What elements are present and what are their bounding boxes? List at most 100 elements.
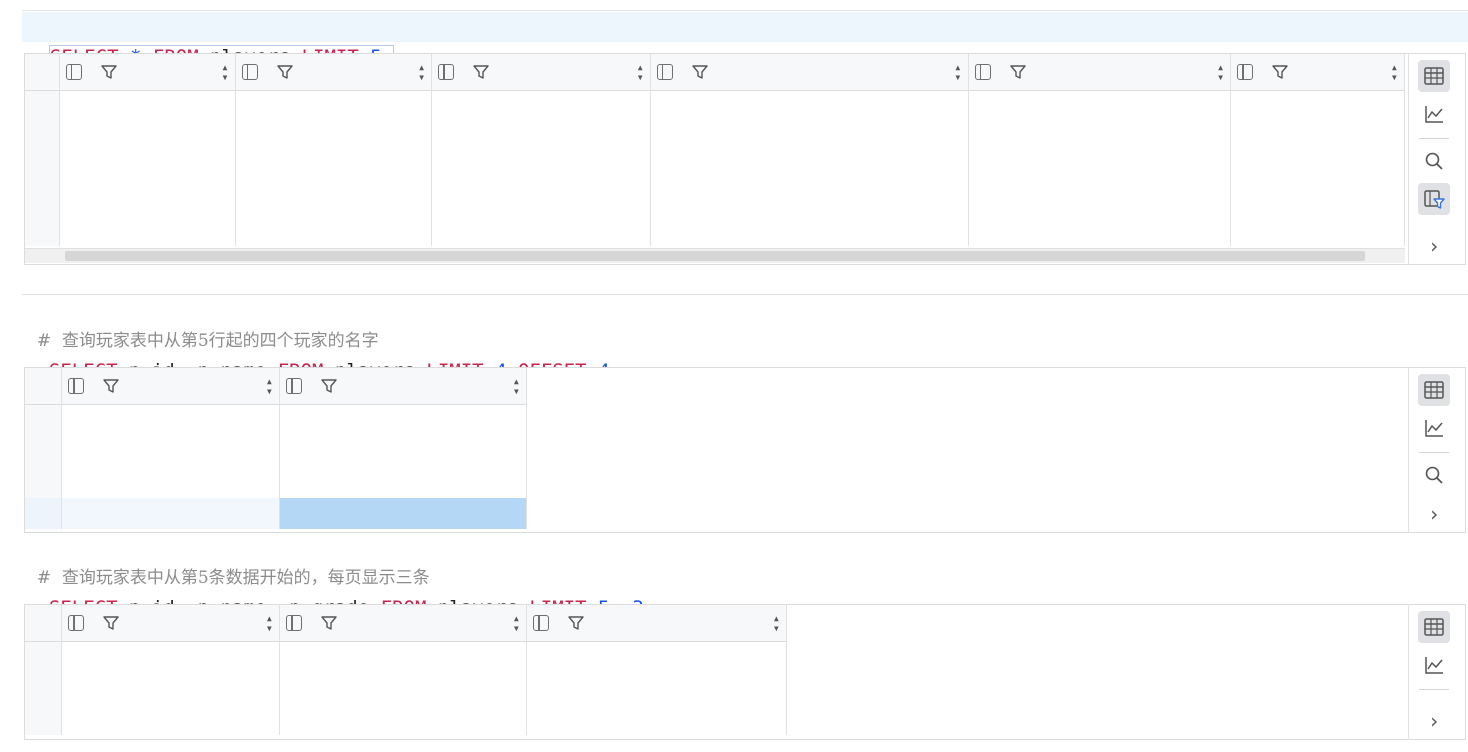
column-header-p-name[interactable]: ▴ ▾ bbox=[279, 605, 527, 642]
cell-p-name[interactable] bbox=[235, 215, 433, 246]
cell-p-id[interactable] bbox=[61, 704, 280, 735]
table-row[interactable] bbox=[25, 90, 1405, 122]
column-header-warehouse-id[interactable]: ▴ ▾ bbox=[968, 54, 1232, 91]
sort-icon[interactable]: ▴ ▾ bbox=[418, 61, 425, 83]
cell-p-gender[interactable] bbox=[431, 153, 651, 184]
table-row[interactable] bbox=[25, 467, 527, 498]
filter-icon[interactable] bbox=[1271, 63, 1289, 81]
table-row[interactable] bbox=[25, 498, 527, 529]
sort-icon[interactable]: ▴ ▾ bbox=[513, 375, 520, 397]
filter-icon[interactable] bbox=[1009, 63, 1027, 81]
filter-icon[interactable] bbox=[102, 614, 120, 632]
cell-p-id[interactable] bbox=[59, 122, 236, 153]
column-header-registration-time[interactable]: ▴ ▾ bbox=[650, 54, 969, 91]
table-row[interactable] bbox=[25, 704, 787, 735]
sort-icon[interactable]: ▴ ▾ bbox=[513, 612, 520, 634]
cell-p-grade[interactable] bbox=[1230, 215, 1405, 246]
column-header-p-gender[interactable]: ▴ ▾ bbox=[431, 54, 651, 91]
chart-view-button[interactable] bbox=[1418, 649, 1450, 681]
sql-comment-3[interactable]: # 查询玩家表中从第5条数据开始的，每页显示三条 bbox=[22, 533, 1468, 588]
sort-icon[interactable]: ▴ ▾ bbox=[773, 612, 780, 634]
cell-p-id[interactable] bbox=[59, 153, 236, 184]
cell-p-grade[interactable] bbox=[1230, 122, 1405, 153]
sql-line-1[interactable]: SELECT * FROM players LIMIT 5; bbox=[22, 12, 1468, 69]
cell-registration-time[interactable] bbox=[650, 122, 969, 153]
cell-p-name[interactable] bbox=[279, 673, 527, 704]
sort-icon[interactable]: ▴ ▾ bbox=[266, 375, 273, 397]
cell-p-id[interactable] bbox=[61, 436, 280, 467]
cell-registration-time[interactable] bbox=[650, 153, 969, 184]
chart-view-button[interactable] bbox=[1418, 98, 1450, 130]
cell-p-id[interactable] bbox=[61, 404, 280, 436]
filter-icon[interactable] bbox=[567, 614, 585, 632]
table-view-button[interactable] bbox=[1418, 374, 1450, 406]
sort-icon[interactable]: ▴ ▾ bbox=[954, 61, 961, 83]
cell-p-id[interactable] bbox=[59, 215, 236, 246]
filter-icon[interactable] bbox=[102, 377, 120, 395]
scrollbar-thumb[interactable] bbox=[65, 251, 1365, 261]
cell-p-grade[interactable] bbox=[526, 673, 787, 704]
column-header-p-name[interactable]: ▴ ▾ bbox=[279, 368, 527, 405]
table-row[interactable] bbox=[25, 153, 1405, 184]
sql-line-3[interactable]: SELECT p_id, p_name, p_grade FROM player… bbox=[22, 563, 1468, 619]
table-row[interactable] bbox=[25, 436, 527, 467]
cell-p-name[interactable] bbox=[235, 122, 433, 153]
column-header-p-name[interactable]: ▴ ▾ bbox=[235, 54, 433, 91]
column-header-p-id[interactable]: ▴ ▾ bbox=[61, 605, 280, 642]
chart-view-button[interactable] bbox=[1418, 412, 1450, 444]
cell-p-name[interactable] bbox=[279, 498, 527, 529]
cell-p-grade[interactable] bbox=[1230, 184, 1405, 215]
cell-p-id[interactable] bbox=[61, 467, 280, 498]
cell-warehouse-id[interactable] bbox=[968, 215, 1232, 246]
cell-p-gender[interactable] bbox=[431, 215, 651, 246]
cell-p-id[interactable] bbox=[59, 184, 236, 215]
cell-p-name[interactable] bbox=[235, 90, 433, 122]
table-view-button[interactable] bbox=[1418, 60, 1450, 92]
search-button[interactable] bbox=[1418, 459, 1450, 491]
filter-icon[interactable] bbox=[472, 63, 490, 81]
cell-registration-time[interactable] bbox=[650, 90, 969, 122]
sort-icon[interactable]: ▴ ▾ bbox=[221, 61, 228, 83]
cell-warehouse-id[interactable] bbox=[968, 90, 1232, 122]
cell-p-name[interactable] bbox=[279, 436, 527, 467]
table-row[interactable] bbox=[25, 215, 1405, 246]
expand-toolbar-button[interactable]: › bbox=[1418, 705, 1450, 737]
filter-icon[interactable] bbox=[691, 63, 709, 81]
cell-p-gender[interactable] bbox=[431, 90, 651, 122]
cell-p-name[interactable] bbox=[235, 153, 433, 184]
table-row[interactable] bbox=[25, 641, 787, 673]
cell-warehouse-id[interactable] bbox=[968, 122, 1232, 153]
cell-p-grade[interactable] bbox=[526, 641, 787, 673]
cell-p-name[interactable] bbox=[279, 467, 527, 498]
column-header-p-grade[interactable]: ▴ ▾ bbox=[526, 605, 787, 642]
sql-comment-2[interactable]: # 查询玩家表中从第5行起的四个玩家的名字 bbox=[22, 296, 1468, 351]
cell-p-grade[interactable] bbox=[1230, 90, 1405, 122]
table-row[interactable] bbox=[25, 184, 1405, 215]
cell-p-id[interactable] bbox=[61, 498, 280, 529]
sort-icon[interactable]: ▴ ▾ bbox=[266, 612, 273, 634]
cell-p-grade[interactable] bbox=[526, 704, 787, 735]
table-row[interactable] bbox=[25, 122, 1405, 153]
sort-icon[interactable]: ▴ ▾ bbox=[1391, 61, 1398, 83]
filter-icon[interactable] bbox=[100, 63, 118, 81]
cell-warehouse-id[interactable] bbox=[968, 153, 1232, 184]
search-button[interactable] bbox=[1418, 145, 1450, 177]
horizontal-scrollbar[interactable] bbox=[25, 248, 1405, 263]
filter-view-button[interactable] bbox=[1418, 183, 1450, 215]
cell-p-name[interactable] bbox=[279, 704, 527, 735]
sort-icon[interactable]: ▴ ▾ bbox=[637, 61, 644, 83]
column-header-p-id[interactable]: ▴ ▾ bbox=[59, 54, 236, 91]
cell-p-id[interactable] bbox=[61, 673, 280, 704]
expand-toolbar-button[interactable]: › bbox=[1418, 230, 1450, 262]
cell-registration-time[interactable] bbox=[650, 184, 969, 215]
sort-icon[interactable]: ▴ ▾ bbox=[1217, 61, 1224, 83]
filter-icon[interactable] bbox=[320, 377, 338, 395]
filter-icon[interactable] bbox=[320, 614, 338, 632]
table-row[interactable] bbox=[25, 673, 787, 704]
column-header-p-id[interactable]: ▴ ▾ bbox=[61, 368, 280, 405]
cell-p-id[interactable] bbox=[59, 90, 236, 122]
cell-p-name[interactable] bbox=[279, 404, 527, 436]
table-row[interactable] bbox=[25, 404, 527, 436]
sql-line-2[interactable]: SELECT p_id, p_name FROM players LIMIT 4… bbox=[22, 326, 1468, 382]
cell-p-id[interactable] bbox=[61, 641, 280, 673]
